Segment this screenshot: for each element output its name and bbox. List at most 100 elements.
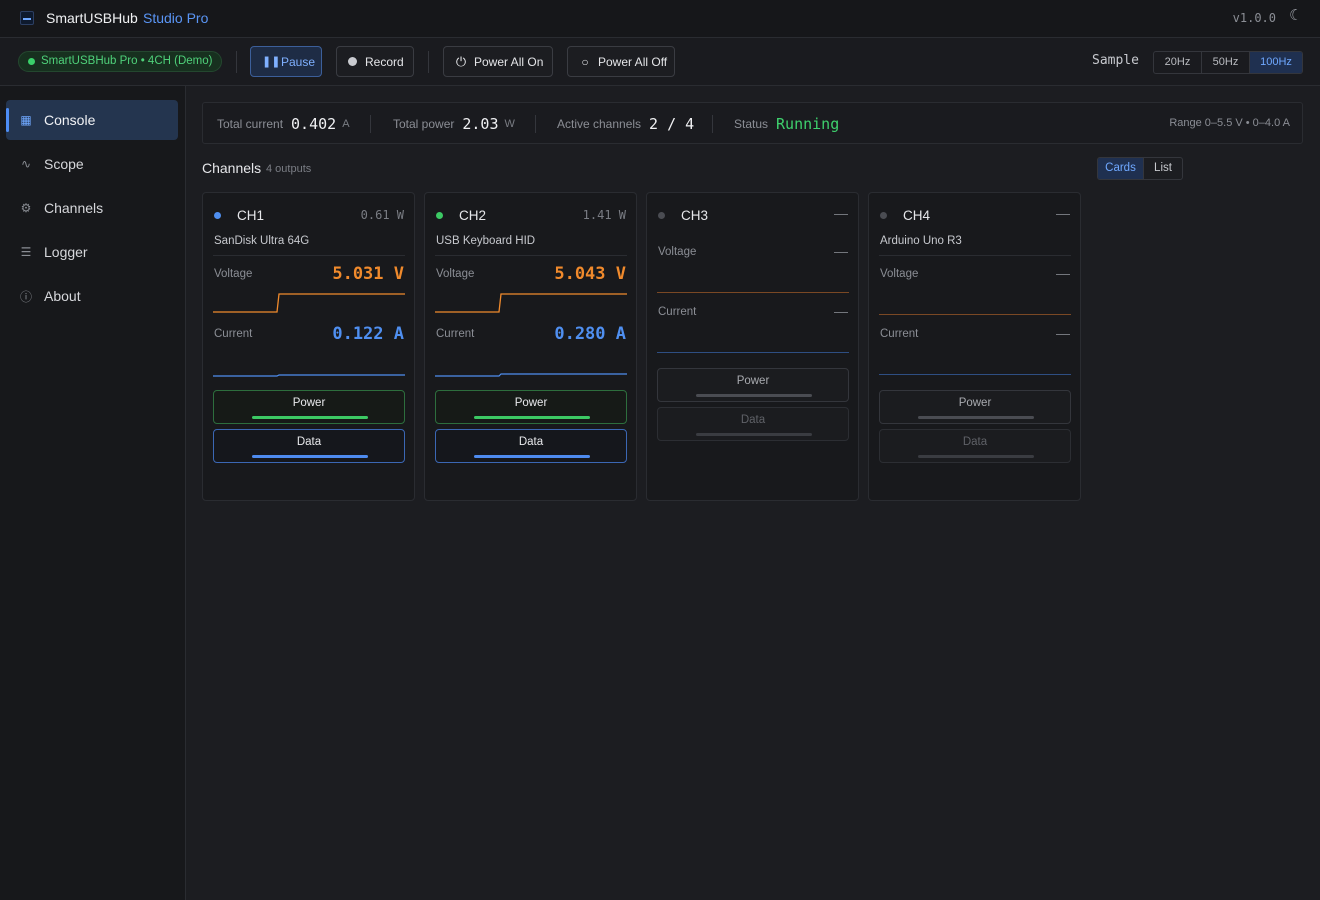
sidebar-item-console[interactable]: ▦ Console — [6, 100, 178, 140]
current-label: Current — [436, 328, 475, 340]
stats-divider — [712, 115, 713, 133]
power-toggle-button[interactable]: Power — [213, 390, 405, 424]
total-current-label: Total current — [217, 117, 284, 131]
power-toggle-button[interactable]: Power — [435, 390, 627, 424]
current-value: — — [1056, 325, 1070, 341]
power-button-label: Power — [514, 397, 548, 409]
power-all-off-button[interactable]: ○ Power All Off — [567, 46, 675, 77]
voltage-value: — — [834, 243, 848, 259]
channel-power: 1.41 W — [582, 208, 626, 222]
channel-card-ch2: CH2 1.41 W USB Keyboard HID Voltage 5.04… — [424, 192, 637, 501]
app-version: v1.0.0 — [1232, 11, 1276, 25]
view-toggle: Cards List — [1097, 157, 1183, 180]
channels-title: Channels — [202, 160, 262, 176]
channel-name: CH4 — [903, 208, 931, 223]
voltage-value: 5.043 V — [554, 264, 626, 284]
data-toggle-button[interactable]: Data — [879, 429, 1071, 463]
power-all-on-label: Power All On — [474, 54, 544, 69]
power-toggle-button[interactable]: Power — [879, 390, 1071, 424]
voltage-label: Voltage — [658, 246, 697, 258]
power-button-label: Power — [736, 375, 770, 387]
sample-rate-100hz[interactable]: 100Hz — [1250, 52, 1302, 73]
pause-label: Pause — [281, 54, 316, 69]
sample-rate-50hz[interactable]: 50Hz — [1202, 52, 1250, 73]
current-sparkline — [213, 374, 405, 377]
power-indicator — [918, 416, 1034, 419]
sidebar-item-logger[interactable]: ☰ Logger — [6, 232, 178, 272]
current-sparkline — [657, 352, 849, 353]
view-list-button[interactable]: List — [1143, 158, 1182, 179]
gear-icon: ⚙ — [20, 201, 32, 215]
toolbar-divider — [428, 51, 429, 73]
card-divider — [435, 255, 627, 256]
status-value: Running — [776, 115, 840, 133]
channel-card-ch3: CH3 — Voltage — Current — Power Data — [646, 192, 859, 501]
wave-icon: ∿ — [20, 157, 32, 171]
sidebar-item-about[interactable]: ⓘ About — [6, 276, 178, 316]
channel-name: CH2 — [459, 208, 487, 223]
data-toggle-button[interactable]: Data — [435, 429, 627, 463]
app-name: SmartUSBHub — [46, 10, 138, 26]
power-all-on-button[interactable]: ⏻ Power All On — [443, 46, 553, 77]
current-label: Current — [880, 328, 919, 340]
data-toggle-button[interactable]: Data — [657, 407, 849, 441]
sidebar: ▦ Console ∿ Scope ⚙ Channels ☰ Logger ⓘ … — [0, 86, 186, 900]
total-power-unit: W — [504, 118, 515, 130]
data-button-label: Data — [740, 414, 766, 426]
total-current-unit: A — [342, 118, 350, 130]
sample-rate-selector: 20Hz 50Hz 100Hz — [1153, 51, 1303, 74]
channels-subtitle: 4 outputs — [266, 163, 312, 175]
device-status-badge[interactable]: SmartUSBHub Pro • 4CH (Demo) — [18, 51, 223, 72]
stats-bar: Total current 0.402 A Total power 2.03 W… — [202, 102, 1303, 144]
voltage-sparkline — [657, 292, 849, 293]
channel-power: — — [834, 205, 848, 221]
channel-device: Arduino Uno R3 — [880, 235, 962, 247]
status-dot-icon — [214, 212, 221, 219]
current-value: — — [834, 303, 848, 319]
data-indicator — [696, 433, 812, 436]
current-value: 0.280 A — [554, 324, 626, 344]
sidebar-item-label: Channels — [44, 200, 104, 216]
toolbar-divider — [236, 51, 237, 73]
sidebar-item-label: About — [44, 288, 81, 304]
pause-button[interactable]: ❚❚ Pause — [250, 46, 322, 77]
data-indicator — [474, 455, 590, 458]
record-button[interactable]: Record — [336, 46, 414, 77]
card-divider — [879, 255, 1071, 256]
power-indicator — [252, 416, 368, 419]
stats-divider — [370, 115, 371, 133]
data-button-label: Data — [518, 436, 544, 448]
view-cards-button[interactable]: Cards — [1098, 158, 1143, 179]
circle-icon: ○ — [581, 54, 589, 69]
power-indicator — [474, 416, 590, 419]
sample-rate-20hz[interactable]: 20Hz — [1154, 52, 1202, 73]
voltage-sparkline — [435, 293, 627, 313]
power-toggle-button[interactable]: Power — [657, 368, 849, 402]
sidebar-item-scope[interactable]: ∿ Scope — [6, 144, 178, 184]
title-bar: SmartUSBHub Studio Pro v1.0.0 ☾ — [0, 0, 1320, 38]
channel-name: CH1 — [237, 208, 265, 223]
power-button-label: Power — [958, 397, 992, 409]
stats-divider — [535, 115, 536, 133]
voltage-label: Voltage — [436, 268, 475, 280]
voltage-sparkline — [879, 314, 1071, 315]
moon-icon[interactable]: ☾ — [1289, 8, 1303, 23]
sidebar-item-label: Console — [44, 112, 96, 128]
data-button-label: Data — [296, 436, 322, 448]
info-icon: ⓘ — [19, 289, 32, 304]
channel-power: — — [1056, 205, 1070, 221]
current-label: Current — [658, 306, 697, 318]
current-sparkline — [435, 373, 627, 377]
channel-power: 0.61 W — [360, 208, 404, 222]
total-power-stat: Total power 2.03 W — [393, 103, 515, 145]
voltage-sparkline — [213, 293, 405, 313]
record-label: Record — [365, 54, 404, 69]
data-indicator — [252, 455, 368, 458]
sidebar-item-channels[interactable]: ⚙ Channels — [6, 188, 178, 228]
data-indicator — [918, 455, 1034, 458]
status-dot-icon — [658, 212, 665, 219]
power-icon: ⏻ — [455, 53, 467, 69]
record-icon — [348, 57, 357, 66]
grid-icon: ▦ — [20, 113, 32, 127]
data-toggle-button[interactable]: Data — [213, 429, 405, 463]
